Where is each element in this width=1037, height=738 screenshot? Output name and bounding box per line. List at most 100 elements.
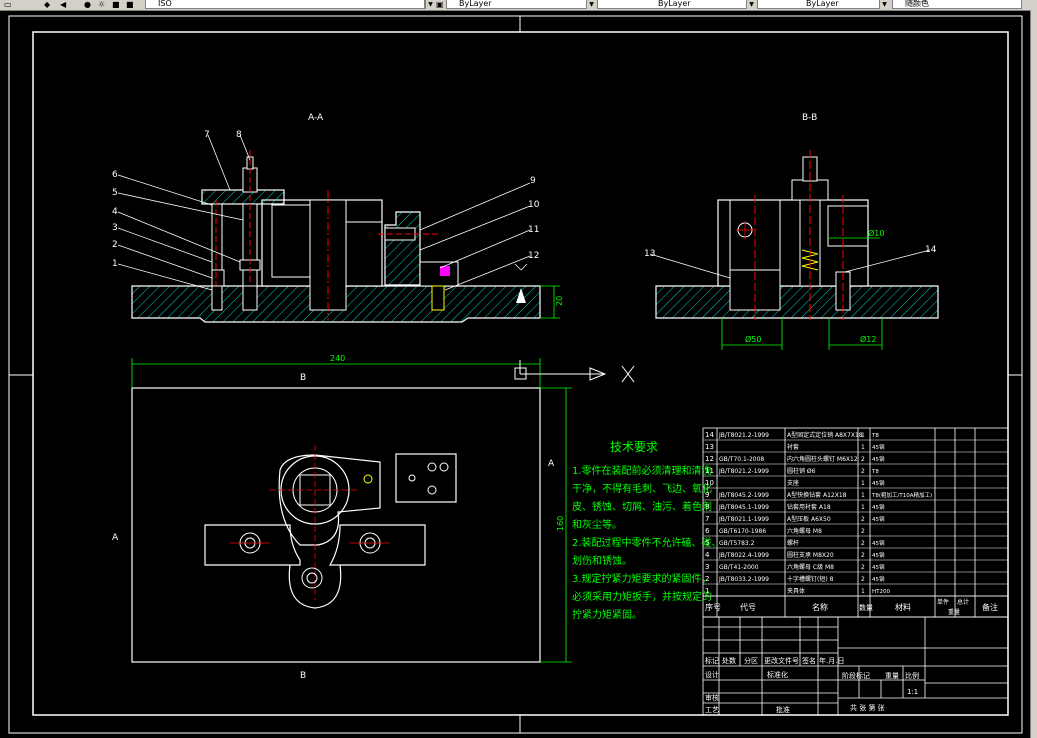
- bom-cell-name: A型固定式定位销 A8X7X18: [787, 431, 863, 439]
- balloon-12: 12: [528, 251, 539, 261]
- balloon-3: 3: [112, 223, 118, 233]
- bom-cell-name: A型压板 A6X50: [787, 515, 831, 523]
- balloon-9: 9: [530, 176, 536, 186]
- dim-20-text: 20: [555, 296, 564, 306]
- bom-cell-code: JB/T8045.1-1999: [718, 504, 769, 511]
- chevron-down-icon[interactable]: ▼: [879, 0, 889, 9]
- bom-cell-mat: T8(粗加工/T10A精加工): [871, 491, 932, 499]
- tb-check: 审核: [705, 693, 719, 702]
- lineweight-combo[interactable]: ByLayer: [757, 0, 882, 9]
- bom-cell-mat: 45钢: [872, 479, 885, 487]
- bom-cell-no: 9: [705, 491, 709, 499]
- sun-icon[interactable]: ☼: [98, 0, 105, 9]
- layer-combo-value: ISO: [158, 0, 172, 8]
- bom-cell-mat: 45钢: [872, 539, 885, 547]
- bom-cell-qty: 2: [861, 576, 865, 583]
- layer-icon[interactable]: ◆: [44, 0, 50, 9]
- bom-cell-name: 夹具体: [787, 587, 805, 595]
- section-markers: A A B B: [112, 373, 555, 681]
- balloon-4: 4: [112, 207, 118, 217]
- tb-approve: 批准: [776, 705, 790, 714]
- dim-160-text: 160: [556, 516, 565, 531]
- drawing-canvas[interactable]: A-A 1 2 3 4 5 6 7 8 9 10 11 12 20 B-B 13…: [0, 10, 1030, 738]
- bom-cell-code: JB/T8021.2-1999: [718, 432, 769, 439]
- bom-cell-qty: 2: [861, 552, 865, 559]
- plotstyle-combo-value: 随颜色: [905, 0, 929, 8]
- bom-cell-no: 14: [705, 431, 714, 439]
- plan-view: 240 160 A A B B: [112, 354, 635, 681]
- bom-cell-name: 十字槽螺钉(短) 8: [787, 575, 834, 583]
- tech-req-line: 划伤和锈蚀。: [572, 554, 632, 567]
- balloon-13: 13: [644, 249, 655, 259]
- dim-240-text: 240: [330, 354, 345, 363]
- back-icon[interactable]: ◀: [60, 0, 66, 9]
- bom-header-w2: 总计: [957, 598, 969, 606]
- section-bb-label: B-B: [802, 113, 817, 123]
- bom-cell-no: 7: [705, 515, 709, 523]
- balloon-5: 5: [112, 188, 118, 198]
- support-nut: [211, 269, 225, 287]
- tech-req-line: 拧紧力矩紧固。: [572, 608, 642, 621]
- bom-cell-name: 内六角圆柱头螺钉 M6X12: [787, 455, 858, 463]
- balloon-6: 6: [112, 170, 118, 180]
- bottom-nut: [301, 567, 323, 589]
- bom-cell-mat: HT200: [872, 589, 890, 595]
- bom-cell-mat: 45钢: [872, 455, 885, 463]
- tb-sheets: 共 张 第 张: [850, 703, 885, 712]
- bom-cell-no: 1: [705, 587, 709, 595]
- bom-cell-qty: 1: [861, 492, 865, 499]
- color-combo-value: ByLayer: [459, 0, 492, 8]
- balloon-8: 8: [236, 130, 242, 140]
- bom-cell-code: GB/T70.1-2008: [719, 456, 764, 463]
- linetype-combo-value: ByLayer: [658, 0, 691, 8]
- bom-header-w3: 重量: [948, 608, 960, 616]
- bom-cell-qty: 2: [861, 540, 865, 547]
- linetype-combo[interactable]: ByLayer: [597, 0, 747, 9]
- bom-cell-no: 4: [705, 551, 710, 559]
- bom-cell-qty: 2: [861, 456, 865, 463]
- bom-cell-mat: T8: [871, 469, 879, 475]
- bom-cell-no: 13: [705, 443, 714, 451]
- tb-weight: 重量: [885, 672, 899, 680]
- color-combo[interactable]: ByLayer: [446, 0, 591, 9]
- vertical-scrollbar[interactable]: [1030, 10, 1037, 738]
- chevron-down-icon[interactable]: ▼: [586, 0, 596, 9]
- tb-process: 工艺: [705, 706, 719, 714]
- support-block-top: [395, 453, 457, 503]
- plotstyle-combo[interactable]: 随颜色: [892, 0, 1022, 9]
- left-clamp: [204, 524, 301, 566]
- right-clamp: [328, 524, 426, 566]
- bom-cell-qty: 2: [861, 528, 865, 535]
- color-icon[interactable]: ■: [126, 0, 134, 9]
- chevron-down-icon[interactable]: ▼: [425, 0, 435, 9]
- bom-header-qty: 数量: [859, 603, 873, 612]
- bom-cell-qty: 2: [861, 516, 865, 523]
- bom-cell-name: 六角螺母 M8: [787, 527, 822, 535]
- balloon-1: 1: [112, 259, 118, 269]
- bom-cell-mat: 45钢: [872, 515, 885, 523]
- tb-scale: 比例: [905, 671, 919, 680]
- support-bracket: [384, 211, 421, 286]
- tb-stage: 阶段标记: [842, 671, 870, 680]
- balloon-11: 11: [528, 225, 539, 235]
- chevron-down-icon[interactable]: ▼: [746, 0, 756, 9]
- section-b-bottom: B: [300, 671, 306, 681]
- bom-cell-mat: 45钢: [872, 503, 885, 511]
- layer-manager-icon[interactable]: ▣: [436, 0, 444, 9]
- lineweight-combo-value: ByLayer: [806, 0, 839, 8]
- section-b-top: B: [300, 373, 306, 383]
- balloon-2: 2: [112, 240, 118, 250]
- dim-50-text: Ø50: [745, 334, 761, 344]
- bom-cell-code: JB/T8045.2-1999: [718, 492, 769, 499]
- lock-icon[interactable]: ■: [112, 0, 120, 9]
- bom-cell-name: 圆柱销 Ø6: [787, 467, 816, 475]
- layer-combo[interactable]: ISO: [145, 0, 425, 9]
- dim-240: [131, 358, 572, 663]
- section-aa-label: A-A: [308, 113, 324, 123]
- tech-req-title: 技术要求: [610, 440, 658, 454]
- open-icon[interactable]: ▭: [4, 0, 12, 9]
- bulb-icon[interactable]: ●: [84, 0, 91, 9]
- tech-req-line: 皮、锈蚀、切屑、油污、着色剂: [572, 500, 712, 513]
- bom-header-code: 代号: [740, 602, 756, 612]
- bom-cell-name: 支座: [787, 479, 799, 487]
